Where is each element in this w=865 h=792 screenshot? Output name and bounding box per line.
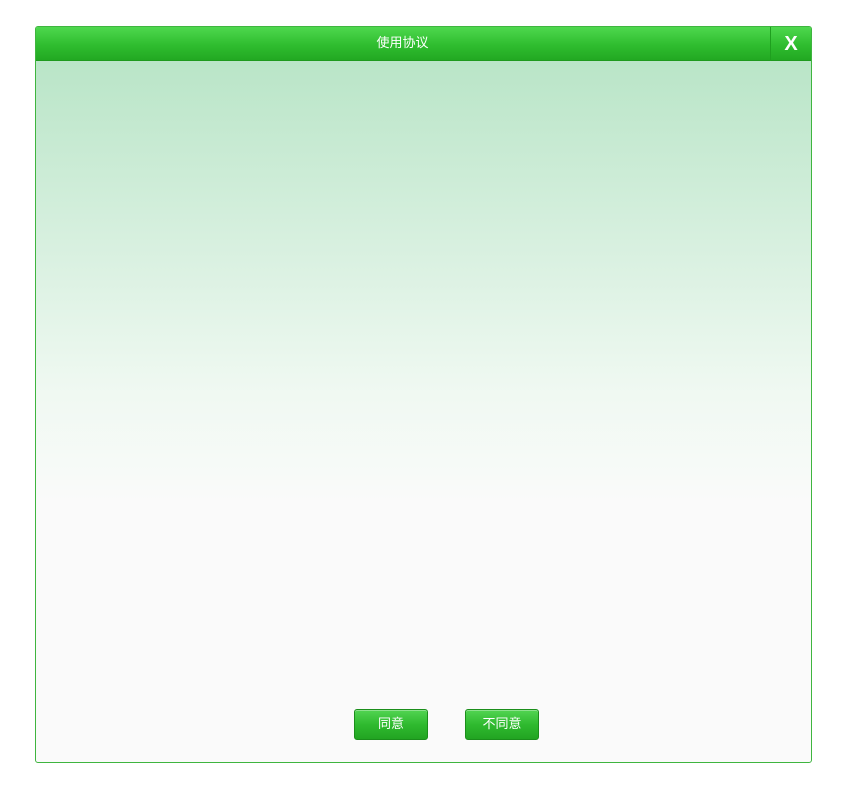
dialog-titlebar: 使用协议 X <box>36 27 811 61</box>
close-button[interactable]: X <box>770 27 811 61</box>
disagree-button[interactable]: 不同意 <box>465 709 539 740</box>
agreement-dialog: 使用协议 X 同意 不同意 <box>35 26 812 763</box>
agreement-content-area <box>36 61 811 701</box>
dialog-title: 使用协议 <box>376 36 429 51</box>
close-icon: X <box>784 33 798 55</box>
agree-button[interactable]: 同意 <box>354 709 428 740</box>
